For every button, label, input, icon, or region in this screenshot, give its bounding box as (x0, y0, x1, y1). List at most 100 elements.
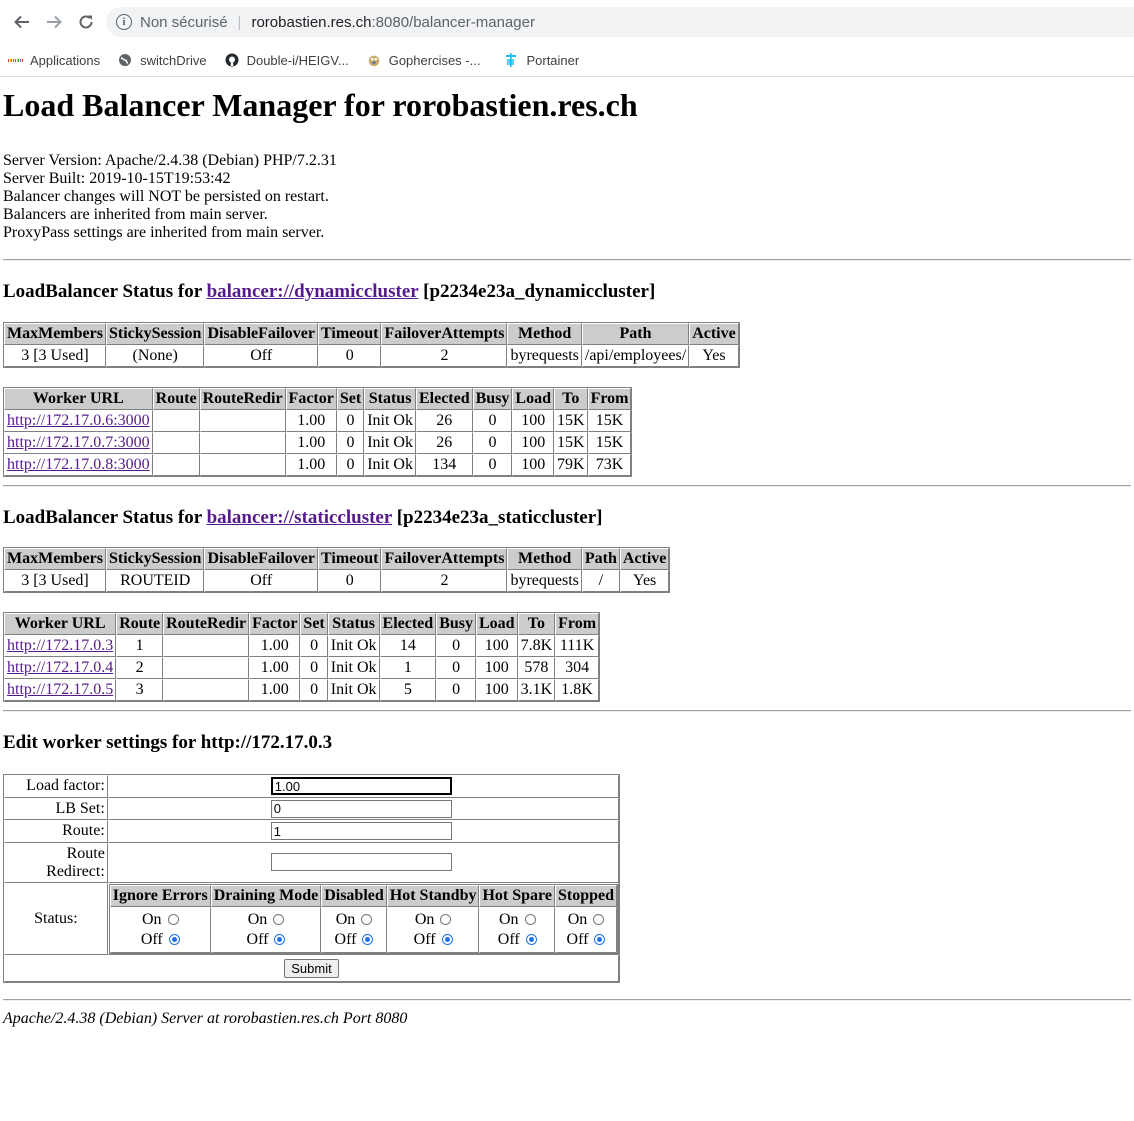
worker-cell: 1 (379, 657, 437, 679)
lbset-input[interactable] (270, 799, 452, 818)
on-label: On (414, 910, 435, 928)
worker-cell: 0 (336, 410, 365, 432)
status-header: FailoverAttempts (381, 548, 508, 570)
status-option-header: Hot Standby (386, 884, 480, 907)
off-label: Off (566, 930, 589, 948)
server-info: Server Version: Apache/2.4.38 (Debian) P… (3, 152, 1131, 242)
worker-cell (163, 657, 250, 679)
github-icon (225, 53, 239, 67)
persist-note: Balancer changes will NOT be persisted o… (3, 188, 329, 205)
off-radio[interactable] (594, 933, 606, 945)
status-cell: byrequests (507, 345, 582, 367)
bookmark-switchdrive[interactable]: switchDrive (118, 53, 207, 68)
balancer-link-static[interactable]: balancer://staticcluster (207, 507, 392, 528)
worker-link[interactable]: http://172.17.0.7:3000 (7, 434, 150, 451)
status-option-cell: On Off (554, 906, 617, 953)
page-title: Load Balancer Manager for rorobastien.re… (3, 87, 638, 123)
worker-cell: Init Ok (364, 454, 416, 476)
worker-link[interactable]: http://172.17.0.8:3000 (7, 456, 150, 473)
on-option: On (113, 910, 208, 930)
off-option: Off (214, 930, 318, 950)
forward-button[interactable] (38, 6, 70, 38)
worker-link[interactable]: http://172.17.0.3 (7, 637, 113, 654)
status-header: Active (619, 548, 670, 570)
worker-cell (163, 679, 250, 701)
on-radio[interactable] (440, 913, 452, 925)
status-header: Path (581, 323, 690, 345)
worker-cell: 0 (300, 657, 328, 679)
worker-cell: 1.00 (249, 635, 301, 657)
on-radio[interactable] (273, 913, 285, 925)
worker-link[interactable]: http://172.17.0.6:3000 (7, 412, 150, 429)
reload-button[interactable] (70, 6, 102, 38)
bookmark-label: Gophercises -... (388, 52, 481, 68)
off-radio[interactable] (274, 933, 286, 945)
balancer-link-dynamic[interactable]: balancer://dynamiccluster (207, 281, 419, 302)
load-factor-input[interactable] (270, 777, 452, 795)
worker-cell: 0 (436, 679, 476, 701)
on-radio[interactable] (167, 913, 179, 925)
url-host: rorobastien.res.ch (251, 13, 372, 31)
off-label: Off (334, 930, 357, 948)
info-icon[interactable]: i (116, 14, 132, 30)
off-radio[interactable] (525, 933, 537, 945)
status-label: Status: (4, 882, 108, 955)
worker-link[interactable]: http://172.17.0.4 (7, 659, 113, 676)
submit-button[interactable]: Submit (284, 958, 339, 978)
worker-cell: Init Ok (364, 432, 416, 454)
worker-header: Elected (415, 388, 473, 410)
status-option-header: Hot Spare (479, 884, 555, 907)
divider (3, 485, 1131, 487)
worker-header: Set (300, 613, 328, 635)
on-radio[interactable] (593, 913, 605, 925)
back-button[interactable] (6, 6, 38, 38)
server-footer: Apache/2.4.38 (Debian) Server at rorobas… (3, 1009, 408, 1027)
status-option-header: Draining Mode (210, 884, 322, 907)
worker-header: Factor (285, 388, 337, 410)
status-header: StickySession (105, 548, 205, 570)
status-cell: 2 (381, 345, 508, 367)
bookmark-gophercises[interactable]: Gophercises -... (367, 52, 481, 68)
gopher-icon (367, 53, 381, 67)
bookmark-applications[interactable]: Applications (8, 53, 100, 68)
on-label: On (335, 910, 356, 928)
worker-cell: 111K (555, 635, 600, 657)
worker-cell (199, 410, 286, 432)
worker-cell: 1.00 (285, 454, 337, 476)
status-cell: 3 [3 Used] (4, 570, 106, 592)
bookmark-github[interactable]: Double-i/HEIGV... (225, 53, 349, 68)
route-redirect-input[interactable] (270, 853, 452, 872)
worker-header: Load (475, 613, 518, 635)
worker-cell: 1.00 (249, 657, 301, 679)
off-radio[interactable] (441, 933, 453, 945)
bookmark-portainer[interactable]: Portainer (504, 53, 579, 68)
address-bar[interactable]: i Non sécurisé | rorobastien.res.ch:8080… (106, 7, 1134, 37)
worker-cell: 5 (379, 679, 437, 701)
on-radio[interactable] (361, 913, 373, 925)
status-option-header: Ignore Errors (109, 884, 211, 907)
worker-cell: 79K (554, 454, 588, 476)
security-label: Non sécurisé (140, 13, 228, 31)
worker-cell: 14 (379, 635, 437, 657)
worker-header: Worker URL (4, 388, 153, 410)
status-cell: byrequests (507, 570, 582, 592)
off-label: Off (140, 930, 163, 948)
divider (3, 998, 1131, 1001)
status-header: DisableFailover (204, 323, 318, 345)
worker-cell: 73K (587, 454, 632, 476)
heading-prefix: LoadBalancer Status for (3, 281, 207, 302)
on-radio[interactable] (524, 913, 536, 925)
worker-cell: 1.00 (249, 679, 301, 701)
off-label: Off (246, 930, 269, 948)
divider (3, 710, 1131, 712)
off-radio[interactable] (362, 933, 374, 945)
route-input[interactable] (270, 822, 452, 840)
worker-link[interactable]: http://172.17.0.5 (7, 681, 113, 698)
status-cell: 2 (381, 570, 508, 592)
worker-cell: 15K (554, 410, 588, 432)
worker-cell: http://172.17.0.3 (4, 635, 117, 657)
on-option: On (558, 910, 614, 930)
status-option-cell: On Off (386, 906, 480, 953)
status-cell: 3 [3 Used] (4, 345, 106, 367)
off-radio[interactable] (168, 933, 180, 945)
